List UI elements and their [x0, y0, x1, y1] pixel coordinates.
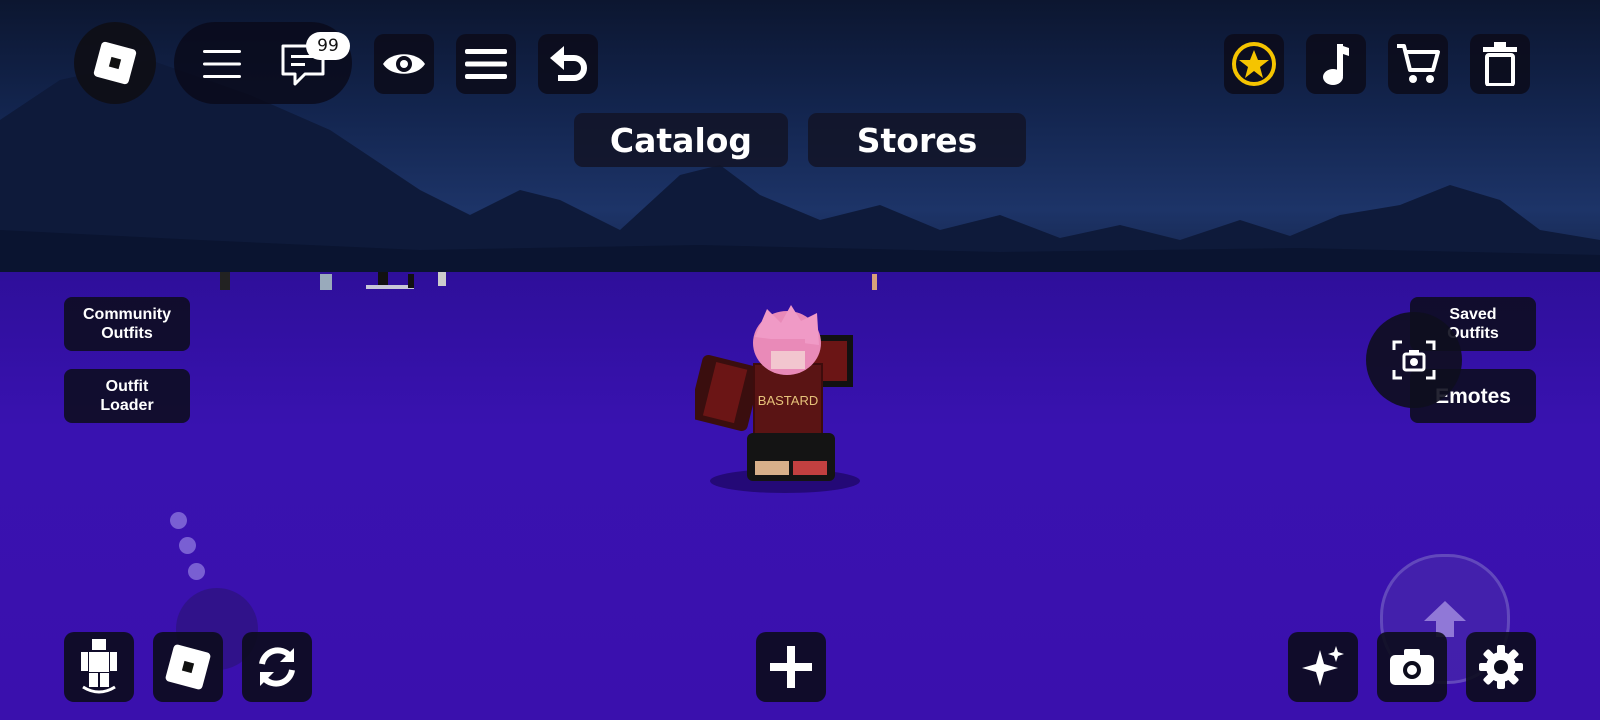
- refresh-button[interactable]: [242, 632, 312, 702]
- roblox-button[interactable]: [153, 632, 223, 702]
- outfit-loader-button[interactable]: Outfit Loader: [64, 369, 190, 423]
- undo-icon: [550, 46, 587, 81]
- distant-avatar: [378, 272, 388, 286]
- joystick-trail-dot: [188, 563, 205, 580]
- distant-platform: [366, 285, 414, 289]
- star-coin-icon: [1232, 42, 1276, 86]
- plus-icon: [770, 646, 812, 688]
- distant-avatar: [220, 272, 230, 290]
- roblox-logo-icon: [165, 644, 211, 690]
- distant-avatar: [408, 274, 414, 288]
- shirt-text: BASTARD: [758, 393, 818, 408]
- avatar-icon: [81, 639, 117, 694]
- settings-gear-icon: [1479, 645, 1523, 689]
- menu-button[interactable]: [194, 36, 250, 92]
- screenshot-focus-button[interactable]: [1366, 312, 1462, 408]
- hamburger-menu-icon: [203, 50, 241, 78]
- undo-button[interactable]: [538, 34, 598, 94]
- avatar-editor-button[interactable]: [64, 632, 134, 702]
- settings-button[interactable]: [1466, 632, 1536, 702]
- sparkles-icon: [1302, 646, 1344, 686]
- community-outfits-button[interactable]: Community Outfits: [64, 297, 190, 351]
- joystick-trail-dot: [170, 512, 187, 529]
- distant-avatar: [320, 274, 332, 290]
- player-avatar[interactable]: BASTARD: [695, 305, 875, 495]
- camera-icon: [1390, 649, 1434, 685]
- list-button[interactable]: [456, 34, 516, 94]
- tab-catalog[interactable]: Catalog: [574, 113, 788, 167]
- toggle-view-button[interactable]: [374, 34, 434, 94]
- roblox-logo-icon: [93, 41, 137, 85]
- camera-button[interactable]: [1377, 632, 1447, 702]
- chat-unread-badge: 99: [306, 32, 350, 60]
- joystick-trail-dot: [179, 537, 196, 554]
- distant-avatar: [438, 272, 446, 286]
- distant-avatar: [872, 274, 877, 290]
- eye-icon: [383, 54, 425, 74]
- trash-icon: [1483, 42, 1517, 86]
- music-note-icon: [1323, 44, 1349, 85]
- delete-button[interactable]: [1470, 34, 1530, 94]
- tab-stores[interactable]: Stores: [808, 113, 1026, 167]
- music-button[interactable]: [1306, 34, 1366, 94]
- cart-icon: [1397, 44, 1440, 83]
- list-icon: [465, 49, 507, 79]
- shop-button[interactable]: [1388, 34, 1448, 94]
- effects-button[interactable]: [1288, 632, 1358, 702]
- premium-button[interactable]: [1224, 34, 1284, 94]
- refresh-icon: [259, 647, 295, 687]
- camera-frame-icon: [1392, 340, 1436, 380]
- roblox-menu-button[interactable]: [74, 22, 156, 104]
- game-viewport[interactable]: BASTARD: [0, 0, 1600, 720]
- add-button[interactable]: [756, 632, 826, 702]
